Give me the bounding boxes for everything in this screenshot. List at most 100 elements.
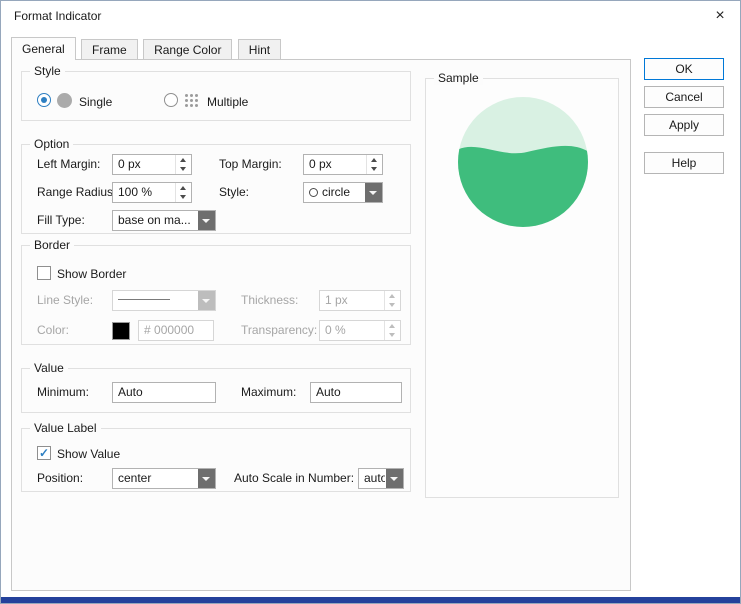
border-group-legend: Border: [30, 238, 74, 252]
top-margin-value[interactable]: 0 px: [309, 155, 332, 174]
style-group-legend: Style: [30, 64, 65, 78]
maximum-label: Maximum:: [241, 385, 296, 399]
ok-button[interactable]: OK: [644, 58, 724, 80]
shape-style-label: Style:: [219, 185, 249, 199]
dropdown-arrow-icon[interactable]: [365, 183, 382, 202]
spinner-arrows: [384, 291, 400, 310]
sample-group: Sample: [425, 78, 619, 498]
spin-down-icon[interactable]: [176, 165, 191, 175]
tab-range-color[interactable]: Range Color: [143, 39, 232, 60]
spin-up-icon: [385, 321, 400, 331]
thickness-spinner: 1 px: [319, 290, 401, 311]
minimum-label: Minimum:: [37, 385, 89, 399]
titlebar: Format Indicator ×: [1, 1, 740, 31]
border-group: Border Show Border Line Style: Thickness…: [21, 245, 411, 345]
top-margin-label: Top Margin:: [219, 157, 282, 171]
shape-style-value[interactable]: circle: [309, 183, 364, 202]
spin-down-icon[interactable]: [176, 193, 191, 203]
spin-up-icon: [385, 291, 400, 301]
multiple-radio[interactable]: [164, 93, 178, 107]
multiple-radio-label[interactable]: Multiple: [207, 95, 248, 109]
border-color-label: Color:: [37, 323, 69, 337]
shape-style-text: circle: [322, 185, 350, 199]
position-value[interactable]: center: [118, 469, 197, 488]
show-value-label[interactable]: Show Value: [57, 447, 120, 461]
position-combo[interactable]: center: [112, 468, 216, 489]
shape-style-combo[interactable]: circle: [303, 182, 383, 203]
line-style-label: Line Style:: [37, 293, 93, 307]
hex-value: 000000: [154, 323, 194, 337]
thickness-label: Thickness:: [241, 293, 298, 307]
window-bottom-edge: [1, 597, 740, 603]
left-margin-spinner[interactable]: 0 px: [112, 154, 192, 175]
line-style-value: [118, 291, 197, 310]
spin-down-icon[interactable]: [367, 165, 382, 175]
top-margin-spinner[interactable]: 0 px: [303, 154, 383, 175]
spinner-arrows: [175, 183, 191, 202]
thickness-value: 1 px: [325, 291, 348, 310]
auto-scale-combo[interactable]: auto: [358, 468, 404, 489]
dropdown-arrow-icon: [198, 291, 215, 310]
dropdown-arrow-icon[interactable]: [198, 469, 215, 488]
dropdown-arrow-icon[interactable]: [386, 469, 403, 488]
tab-bar: General Frame Range Color Hint: [11, 37, 283, 60]
circle-shape-icon: [309, 188, 318, 197]
value-group: Value Minimum: Auto Maximum: Auto: [21, 368, 411, 413]
multiple-grid-icon: [185, 94, 199, 108]
spin-up-icon[interactable]: [176, 183, 191, 193]
range-radius-spinner[interactable]: 100 %: [112, 182, 192, 203]
fill-type-value[interactable]: base on ma...: [118, 211, 197, 230]
left-margin-label: Left Margin:: [37, 157, 100, 171]
apply-button[interactable]: Apply: [644, 114, 724, 136]
spinner-arrows: [175, 155, 191, 174]
single-circle-icon: [57, 93, 72, 108]
border-color-swatch: [112, 322, 130, 340]
spinner-arrows: [366, 155, 382, 174]
transparency-label: Transparency:: [241, 323, 317, 337]
auto-scale-value[interactable]: auto: [364, 469, 385, 488]
line-style-combo: [112, 290, 216, 311]
format-indicator-dialog: Format Indicator × General Frame Range C…: [0, 0, 741, 604]
spin-down-icon: [385, 331, 400, 341]
option-group-legend: Option: [30, 137, 73, 151]
spin-up-icon[interactable]: [367, 155, 382, 165]
help-button[interactable]: Help: [644, 152, 724, 174]
value-label-group-legend: Value Label: [30, 421, 101, 435]
single-radio[interactable]: [37, 93, 51, 107]
fill-type-combo[interactable]: base on ma...: [112, 210, 216, 231]
sample-indicator-preview: [457, 96, 589, 228]
sample-fill-wave: [457, 146, 589, 228]
hex-prefix: #: [144, 323, 151, 337]
range-radius-value[interactable]: 100 %: [118, 183, 152, 202]
spin-up-icon[interactable]: [176, 155, 191, 165]
solid-line-icon: [118, 299, 170, 300]
spin-down-icon: [385, 301, 400, 311]
transparency-spinner: 0 %: [319, 320, 401, 341]
minimum-input[interactable]: Auto: [112, 382, 216, 403]
value-label-group: Value Label Show Value Position: center …: [21, 428, 411, 492]
border-color-hex-field: # 000000: [138, 320, 214, 341]
auto-scale-label: Auto Scale in Number:: [234, 471, 354, 485]
value-group-legend: Value: [30, 361, 68, 375]
general-tab-panel: Style Single Multiple Option Left Margin…: [11, 59, 631, 591]
cancel-button[interactable]: Cancel: [644, 86, 724, 108]
fill-type-label: Fill Type:: [37, 213, 85, 227]
close-button[interactable]: ×: [701, 2, 739, 30]
sample-group-legend: Sample: [434, 71, 483, 85]
tab-hint[interactable]: Hint: [238, 39, 281, 60]
window-title: Format Indicator: [14, 9, 101, 23]
tab-general[interactable]: General: [11, 37, 76, 60]
style-group: Style Single Multiple: [21, 71, 411, 121]
show-border-label[interactable]: Show Border: [57, 267, 126, 281]
dropdown-arrow-icon[interactable]: [198, 211, 215, 230]
single-radio-label[interactable]: Single: [79, 95, 112, 109]
option-group: Option Left Margin: 0 px Top Margin: 0 p…: [21, 144, 411, 234]
show-border-checkbox[interactable]: [37, 266, 51, 280]
left-margin-value[interactable]: 0 px: [118, 155, 141, 174]
close-icon: ×: [715, 7, 724, 24]
tab-frame[interactable]: Frame: [81, 39, 138, 60]
maximum-input[interactable]: Auto: [310, 382, 402, 403]
position-label: Position:: [37, 471, 83, 485]
show-value-checkbox[interactable]: [37, 446, 51, 460]
range-radius-label: Range Radius:: [37, 185, 116, 199]
